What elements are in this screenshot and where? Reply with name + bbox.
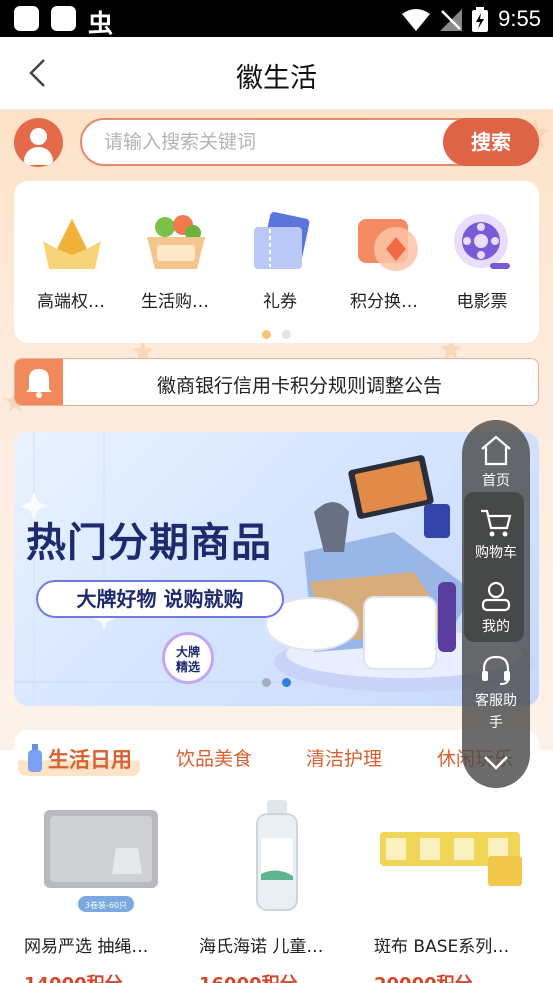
category-pager-dot-active[interactable] <box>262 330 271 339</box>
product-price: 20000积分 <box>374 970 473 983</box>
wifi-icon <box>402 9 430 31</box>
battery-charging-icon <box>472 7 488 32</box>
promo-banner[interactable]: 热门分期商品 大牌好物 说购就购 大牌 精选 <box>14 432 539 706</box>
ticket-icon <box>254 212 310 269</box>
page-title: 徽生活 <box>236 63 317 94</box>
product-name: 斑布 BASE系列… <box>374 937 510 957</box>
search-button[interactable]: 搜索 <box>443 118 539 166</box>
tab-daily-goods[interactable]: 生活日用 <box>18 742 140 776</box>
product-price: 14000积分 <box>24 970 123 983</box>
float-item-cart[interactable]: 购物车 <box>462 508 530 564</box>
category-card: 高端权… 生活购… 礼券 积分换… 电影票 <box>14 181 539 343</box>
chevron-down-icon[interactable] <box>482 754 510 772</box>
notification-icon <box>14 6 39 31</box>
tab-label: 生活日用 <box>48 748 132 772</box>
gift-box-icon <box>358 219 418 271</box>
float-item-home[interactable]: 首页 <box>462 434 530 492</box>
bell-icon <box>26 369 52 398</box>
tab-food-drink[interactable]: 饮品美食 <box>176 744 252 771</box>
product-image <box>256 800 298 911</box>
nav-bar: 徽生活 <box>0 37 553 110</box>
bug-icon: 虫 <box>88 9 114 38</box>
basket-icon <box>147 215 205 269</box>
product-image: 3卷装-60只 <box>44 810 158 912</box>
float-label: 首页 <box>482 473 510 489</box>
search-bar: 搜索 <box>80 118 539 166</box>
banner-badge: 大牌 精选 <box>162 632 214 684</box>
tab-cleaning-care[interactable]: 清洁护理 <box>306 744 382 771</box>
status-bar: 虫 9:55 <box>0 0 553 38</box>
category-item-movie-ticket[interactable]: 电影票 <box>432 181 532 321</box>
product-name: 网易严选 抽绳… <box>24 937 149 957</box>
banner-badge-line: 精选 <box>175 660 200 674</box>
bottle-icon <box>28 744 42 772</box>
search-input[interactable] <box>104 120 434 164</box>
avatar-head <box>30 128 47 145</box>
product-price: 16000积分 <box>199 970 298 983</box>
film-reel-icon <box>454 214 510 269</box>
avatar[interactable] <box>14 118 63 167</box>
notification-icon <box>51 6 76 31</box>
notice-text: 徽商银行信用卡积分规则调整公告 <box>156 375 442 397</box>
product-image <box>380 832 522 886</box>
category-item-high-end[interactable]: 高端权… <box>21 181 121 321</box>
float-label: 我的 <box>482 619 510 635</box>
status-time: 9:55 <box>498 6 541 31</box>
notice-bar[interactable]: 徽商银行信用卡积分规则调整公告 <box>14 358 539 406</box>
banner-title: 热门分期商品 <box>26 520 272 566</box>
product-tag: 3卷装-60只 <box>85 900 127 910</box>
category-pager-dot[interactable] <box>282 330 291 339</box>
category-item-life-shopping[interactable]: 生活购… <box>125 181 225 321</box>
headset-icon <box>482 655 510 685</box>
banner-decoration <box>14 432 539 706</box>
float-item-service[interactable]: 客服助手 <box>462 654 530 734</box>
float-item-mine[interactable]: 我的 <box>462 580 530 638</box>
user-icon <box>481 581 511 612</box>
notice-icon-box <box>15 359 63 405</box>
home-icon <box>481 435 511 466</box>
product-name: 海氏海诺 儿童… <box>199 937 324 957</box>
crown-icon <box>43 219 101 269</box>
banner-pager-dot[interactable] <box>262 678 271 687</box>
no-signal-icon <box>440 9 462 31</box>
floating-menu: 首页 购物车 我的 客服助手 <box>462 420 530 788</box>
goods-section: 生活日用 饮品美食 清洁护理 休闲玩乐 3卷装-60只 网易严选 抽绳… 140… <box>14 730 539 983</box>
banner-subtitle: 大牌好物 说购就购 <box>36 580 284 618</box>
avatar-body <box>24 147 53 165</box>
cart-icon <box>481 509 512 537</box>
category-item-points-exchange[interactable]: 积分换… <box>334 181 434 321</box>
category-item-coupon[interactable]: 礼券 <box>230 181 330 321</box>
float-label: 购物车 <box>475 545 517 561</box>
banner-badge-line: 大牌 <box>175 645 200 659</box>
banner-pager-dot-active[interactable] <box>282 678 291 687</box>
float-label: 客服助手 <box>475 693 517 731</box>
